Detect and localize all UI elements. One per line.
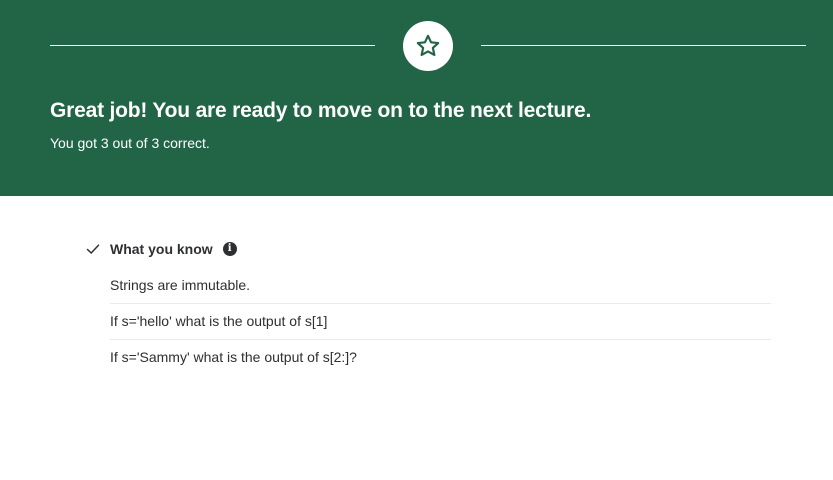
star-icon xyxy=(416,34,440,57)
banner-divider-right xyxy=(481,45,806,46)
results-section: What you know i Strings are immutable. I… xyxy=(86,238,771,375)
banner-divider-left xyxy=(50,45,375,46)
question-list: Strings are immutable. If s='hello' what… xyxy=(110,268,771,375)
check-icon xyxy=(86,242,100,256)
question-item: Strings are immutable. xyxy=(110,268,771,304)
section-title: What you know xyxy=(110,241,213,257)
score-text: You got 3 out of 3 correct. xyxy=(50,135,210,151)
result-headline: Great job! You are ready to move on to t… xyxy=(50,99,592,122)
quiz-result-banner: Great job! You are ready to move on to t… xyxy=(0,0,833,196)
what-you-know-header: What you know i xyxy=(86,238,771,260)
info-icon[interactable]: i xyxy=(222,242,237,256)
star-badge xyxy=(403,21,453,71)
question-item: If s='hello' what is the output of s[1] xyxy=(110,304,771,340)
question-item: If s='Sammy' what is the output of s[2:]… xyxy=(110,349,357,365)
